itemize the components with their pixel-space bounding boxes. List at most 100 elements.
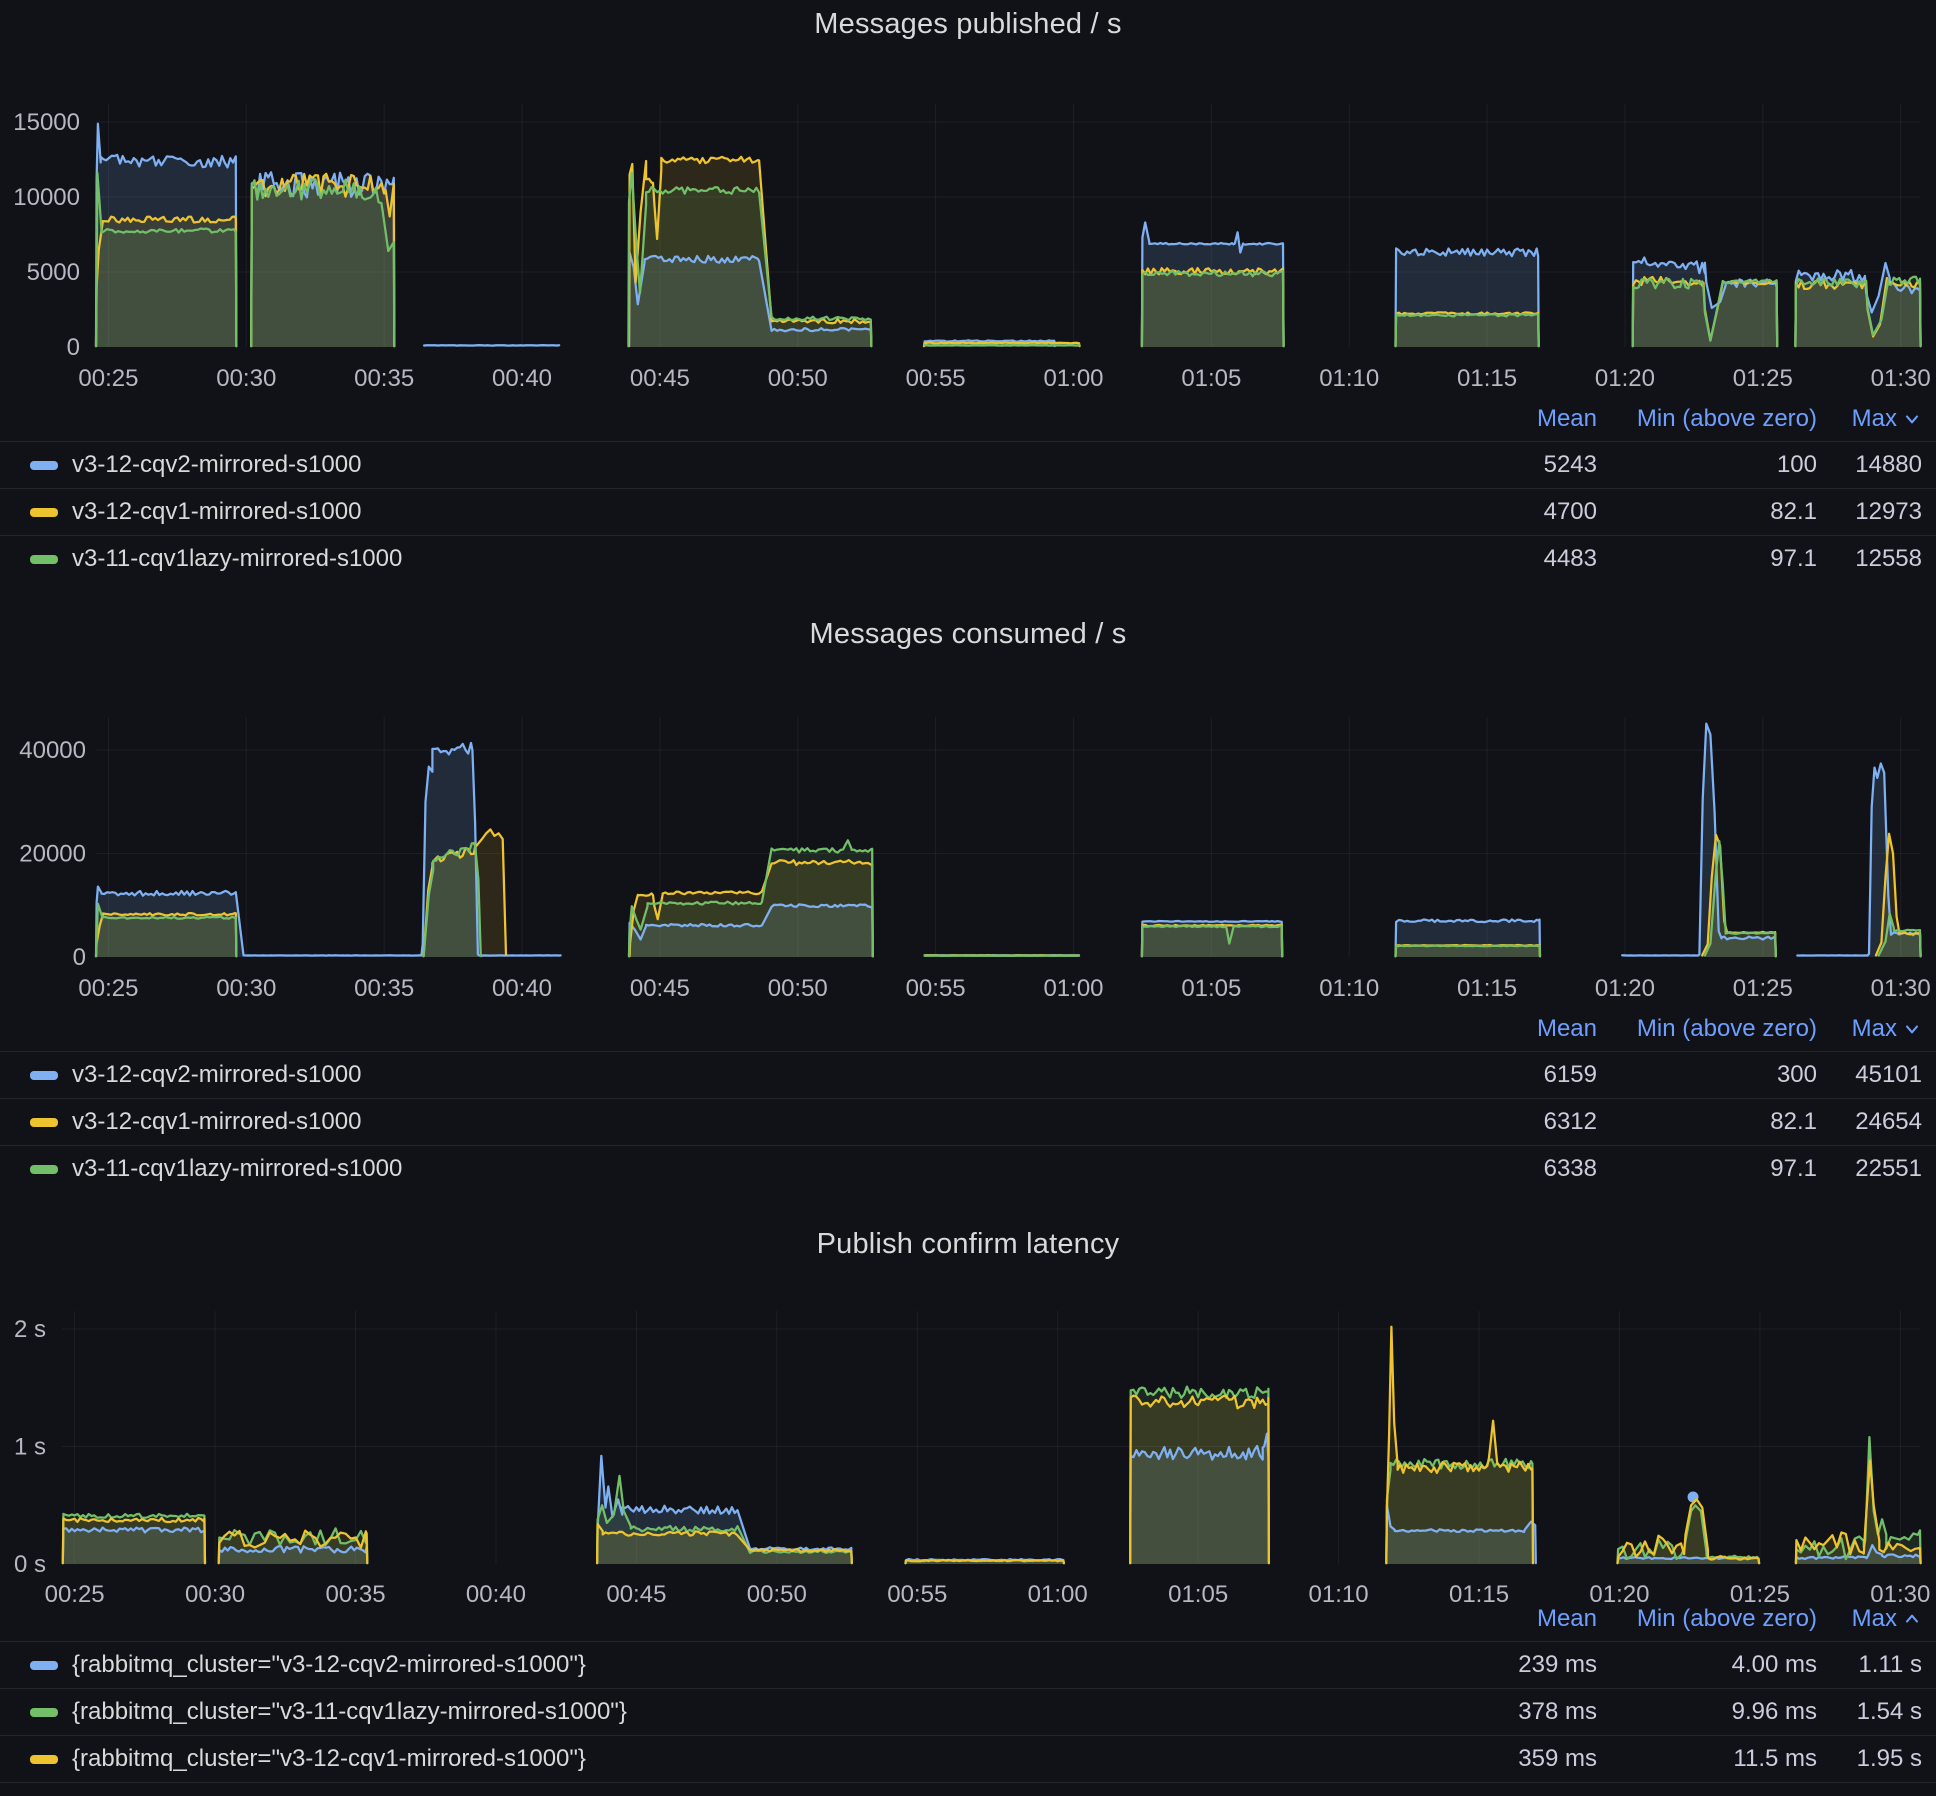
legend-value-max: 24654 [1855, 1108, 1922, 1136]
series-area [1396, 314, 1539, 347]
legend-series-toggle[interactable]: v3-11-cqv1lazy-mirrored-s1000 [30, 1155, 1427, 1183]
legend-value-mean: 5243 [1544, 451, 1597, 479]
x-axis-tick-label: 01:10 [1319, 975, 1379, 1002]
y-axis-tick-label: 10000 [13, 184, 80, 211]
sort-column-min[interactable]: Min (above zero) [1637, 1605, 1817, 1633]
series-area [1396, 946, 1541, 957]
legend-value-mean: 4700 [1544, 498, 1597, 526]
legend-value-max: 1.54 s [1857, 1698, 1922, 1726]
sort-column-mean[interactable]: Mean [1537, 1605, 1597, 1633]
legend-header-row: Mean Min (above zero) Max [0, 396, 1936, 441]
legend-value-min: 100 [1777, 451, 1817, 479]
y-axis-tick-label: 15000 [13, 109, 80, 136]
series-color-swatch-icon [30, 1755, 58, 1764]
sort-column-label: Mean [1537, 405, 1597, 433]
legend-row: v3-12-cqv2-mirrored-s1000524310014880 [0, 441, 1936, 488]
series-color-swatch-icon [30, 1118, 58, 1127]
panel-title: Publish confirm latency [0, 1228, 1936, 1261]
series-line [424, 345, 559, 346]
y-axis-tick-label: 0 s [14, 1551, 46, 1578]
series-area [1386, 1327, 1533, 1564]
sort-column-label: Mean [1537, 1015, 1597, 1043]
legend-row: v3-12-cqv1-mirrored-s1000631282.124654 [0, 1098, 1936, 1145]
legend-row: {rabbitmq_cluster="v3-11-cqv1lazy-mirror… [0, 1688, 1936, 1735]
sort-column-max[interactable]: Max [1852, 1015, 1922, 1043]
series-color-swatch-icon [30, 508, 58, 517]
legend-series-label: v3-12-cqv2-mirrored-s1000 [72, 451, 361, 479]
sort-column-label: Max [1852, 1015, 1897, 1043]
legend-row: {rabbitmq_cluster="v3-12-cqv2-mirrored-s… [0, 1641, 1936, 1688]
legend-value-min: 82.1 [1770, 1108, 1817, 1136]
x-axis-tick-label: 00:35 [354, 365, 414, 392]
y-axis-tick-label: 40000 [19, 737, 86, 764]
sort-column-max[interactable]: Max [1852, 1605, 1922, 1633]
sort-column-min[interactable]: Min (above zero) [1637, 405, 1817, 433]
legend-series-label: {rabbitmq_cluster="v3-12-cqv1-mirrored-s… [72, 1745, 586, 1773]
legend-header-row: Mean Min (above zero) Max [0, 1596, 1936, 1641]
series-color-swatch-icon [30, 1661, 58, 1670]
series-line [1622, 724, 1776, 957]
sort-column-label: Mean [1537, 1605, 1597, 1633]
x-axis-tick-label: 00:30 [216, 365, 276, 392]
sort-column-min[interactable]: Min (above zero) [1637, 1015, 1817, 1043]
sort-column-label: Max [1852, 1605, 1897, 1633]
x-axis-tick-label: 01:25 [1733, 975, 1793, 1002]
x-axis-tick-label: 01:25 [1733, 365, 1793, 392]
series-area [1142, 926, 1282, 957]
legend-series-toggle[interactable]: v3-12-cqv2-mirrored-s1000 [30, 451, 1427, 479]
x-axis-tick-label: 01:30 [1871, 975, 1931, 1002]
x-axis-tick-label: 01:05 [1181, 975, 1241, 1002]
legend-value-mean: 378 ms [1518, 1698, 1597, 1726]
legend-value-mean: 239 ms [1518, 1651, 1597, 1679]
sort-column-label: Min (above zero) [1637, 405, 1817, 433]
legend-value-min: 97.1 [1770, 545, 1817, 573]
legend-series-toggle[interactable]: v3-12-cqv1-mirrored-s1000 [30, 1108, 1427, 1136]
sort-column-mean[interactable]: Mean [1537, 1015, 1597, 1043]
legend-series-toggle[interactable]: {rabbitmq_cluster="v3-12-cqv2-mirrored-s… [30, 1651, 1427, 1679]
legend-series-label: v3-12-cqv1-mirrored-s1000 [72, 498, 361, 526]
x-axis-tick-label: 01:20 [1595, 365, 1655, 392]
x-axis-tick-label: 01:20 [1595, 975, 1655, 1002]
legend-table: Mean Min (above zero) Max v3-12-cqv2-mirror… [0, 1006, 1936, 1192]
series-color-swatch-icon [30, 461, 58, 470]
x-axis-tick-label: 00:30 [216, 975, 276, 1002]
legend-value-min: 9.96 ms [1732, 1698, 1817, 1726]
x-axis-tick-label: 00:45 [630, 975, 690, 1002]
x-axis-tick-label: 00:50 [768, 975, 828, 1002]
series-area [251, 179, 394, 347]
messages-consumed-chart[interactable]: 0200004000000:2500:3000:3500:4000:4500:5… [0, 700, 1936, 1010]
x-axis-tick-label: 01:30 [1871, 365, 1931, 392]
legend-row: v3-11-cqv1lazy-mirrored-s1000633897.1225… [0, 1145, 1936, 1192]
legend-series-toggle[interactable]: v3-11-cqv1lazy-mirrored-s1000 [30, 545, 1427, 573]
series-line [925, 345, 1079, 346]
legend-value-min: 11.5 ms [1733, 1745, 1817, 1773]
legend-value-min: 82.1 [1770, 498, 1817, 526]
publish-confirm-latency-chart[interactable]: 0 s1 s2 s00:2500:3000:3500:4000:4500:500… [0, 1295, 1936, 1610]
x-axis-tick-label: 01:05 [1181, 365, 1241, 392]
series-color-swatch-icon [30, 1708, 58, 1717]
sort-column-mean[interactable]: Mean [1537, 405, 1597, 433]
sort-column-label: Max [1852, 405, 1897, 433]
chevron-down-icon [1902, 1019, 1922, 1039]
series-color-swatch-icon [30, 1165, 58, 1174]
series-area [1142, 271, 1284, 347]
panel-title: Messages published / s [0, 8, 1936, 41]
sort-column-max[interactable]: Max [1852, 405, 1922, 433]
series-area [1797, 764, 1920, 958]
legend-series-label: {rabbitmq_cluster="v3-11-cqv1lazy-mirror… [72, 1698, 627, 1726]
y-axis-tick-label: 2 s [14, 1316, 46, 1343]
messages-published-chart[interactable]: 05000100001500000:2500:3000:3500:4000:45… [0, 90, 1936, 400]
legend-series-toggle[interactable]: {rabbitmq_cluster="v3-11-cqv1lazy-mirror… [30, 1698, 1427, 1726]
chevron-down-icon [1902, 409, 1922, 429]
x-axis-tick-label: 01:15 [1457, 365, 1517, 392]
legend-series-toggle[interactable]: v3-12-cqv2-mirrored-s1000 [30, 1061, 1427, 1089]
legend-value-mean: 359 ms [1518, 1745, 1597, 1773]
legend-series-label: v3-12-cqv2-mirrored-s1000 [72, 1061, 361, 1089]
y-axis-tick-label: 5000 [27, 259, 80, 286]
legend-series-toggle[interactable]: v3-12-cqv1-mirrored-s1000 [30, 498, 1427, 526]
legend-series-label: v3-11-cqv1lazy-mirrored-s1000 [72, 1155, 402, 1183]
x-axis-tick-label: 00:55 [906, 975, 966, 1002]
x-axis-tick-label: 00:25 [78, 975, 138, 1002]
legend-series-toggle[interactable]: {rabbitmq_cluster="v3-12-cqv1-mirrored-s… [30, 1745, 1427, 1773]
x-axis-tick-label: 01:00 [1043, 975, 1103, 1002]
